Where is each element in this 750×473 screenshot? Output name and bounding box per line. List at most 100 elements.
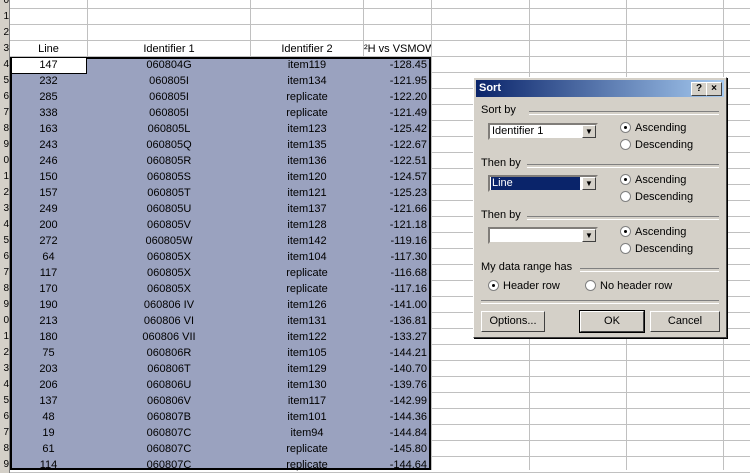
cell-h-value[interactable]: -144.36 <box>364 409 431 425</box>
cell-identifier-1[interactable]: 060806 VI <box>88 313 250 329</box>
row-header[interactable]: 1 <box>0 169 10 185</box>
cell-h-value[interactable]: -145.80 <box>364 441 431 457</box>
help-button[interactable]: ? <box>691 82 707 96</box>
row-header[interactable]: 7 <box>0 425 10 441</box>
no-header-row-radio[interactable]: No header row <box>585 280 672 293</box>
cell-h-value[interactable]: -140.70 <box>364 361 431 377</box>
cell-h-value[interactable]: -142.99 <box>364 393 431 409</box>
cell-line[interactable]: 137 <box>10 393 87 409</box>
cell-line[interactable]: 285 <box>10 89 87 105</box>
row-header[interactable]: 4 <box>0 217 10 233</box>
cell-identifier-2[interactable]: item105 <box>251 345 363 361</box>
cell-line[interactable]: 232 <box>10 73 87 89</box>
cell-h-value[interactable]: -116.68 <box>364 265 431 281</box>
cell-identifier-2[interactable]: item134 <box>251 73 363 89</box>
cell-h-value[interactable]: -119.16 <box>364 233 431 249</box>
cell-h-value[interactable]: -136.81 <box>364 313 431 329</box>
cell-identifier-2[interactable]: item101 <box>251 409 363 425</box>
cell-identifier-2[interactable]: item117 <box>251 393 363 409</box>
cell-identifier-1[interactable]: 060805R <box>88 153 250 169</box>
cell-identifier-2[interactable]: item126 <box>251 297 363 313</box>
cell-identifier-2[interactable]: item122 <box>251 329 363 345</box>
header-identifier-2[interactable]: Identifier 2 <box>251 41 363 57</box>
cell-line[interactable]: 272 <box>10 233 87 249</box>
row-header[interactable]: 2 <box>0 345 10 361</box>
cell-line[interactable]: 64 <box>10 249 87 265</box>
cell-h-value[interactable]: -122.51 <box>364 153 431 169</box>
row-header[interactable]: 9 <box>0 137 10 153</box>
chevron-down-icon[interactable]: ▼ <box>582 125 596 138</box>
cell-identifier-1[interactable]: 060805X <box>88 281 250 297</box>
close-button[interactable]: × <box>706 82 722 96</box>
cell-identifier-2[interactable]: item135 <box>251 137 363 153</box>
sort-by-descending[interactable]: Descending <box>620 139 693 152</box>
row-header[interactable]: 5 <box>0 233 10 249</box>
cell-identifier-2[interactable]: item131 <box>251 313 363 329</box>
cell-identifier-1[interactable]: 060807B <box>88 409 250 425</box>
then-by-1-ascending[interactable]: Ascending <box>620 174 686 187</box>
cell-h-value[interactable]: -144.64 <box>364 457 431 473</box>
cell-identifier-2[interactable]: item119 <box>251 57 363 73</box>
cell-line[interactable]: 338 <box>10 105 87 121</box>
cell-identifier-1[interactable]: 060805S <box>88 169 250 185</box>
cell-identifier-1[interactable]: 060806R <box>88 345 250 361</box>
cancel-button[interactable]: Cancel <box>650 311 720 332</box>
cell-h-value[interactable]: -144.84 <box>364 425 431 441</box>
cell-h-value[interactable]: -139.76 <box>364 377 431 393</box>
cell-h-value[interactable]: -121.66 <box>364 201 431 217</box>
header-row-radio[interactable]: Header row <box>488 280 560 293</box>
dialog-titlebar[interactable]: Sort ? × <box>476 80 724 97</box>
row-header[interactable]: 0 <box>0 0 10 9</box>
cell-line[interactable]: 117 <box>10 265 87 281</box>
cell-identifier-2[interactable]: item129 <box>251 361 363 377</box>
header-line[interactable]: Line <box>10 41 87 57</box>
cell-line[interactable]: 170 <box>10 281 87 297</box>
cell-h-value[interactable]: -128.45 <box>364 57 431 73</box>
cell-line[interactable]: 150 <box>10 169 87 185</box>
cell-h-value[interactable]: -125.42 <box>364 121 431 137</box>
row-header[interactable]: 7 <box>0 105 10 121</box>
cell-identifier-1[interactable]: 060805L <box>88 121 250 137</box>
then-by-2-ascending[interactable]: Ascending <box>620 226 686 239</box>
row-header[interactable]: 1 <box>0 329 10 345</box>
cell-h-value[interactable]: -125.23 <box>364 185 431 201</box>
cell-identifier-1[interactable]: 060806 IV <box>88 297 250 313</box>
cell-identifier-1[interactable]: 060806V <box>88 393 250 409</box>
cell-identifier-1[interactable]: 060806U <box>88 377 250 393</box>
cell-identifier-2[interactable]: replicate <box>251 457 363 473</box>
cell-identifier-2[interactable]: item121 <box>251 185 363 201</box>
row-header[interactable]: 9 <box>0 297 10 313</box>
cell-line[interactable]: 200 <box>10 217 87 233</box>
cell-line[interactable]: 48 <box>10 409 87 425</box>
cell-line[interactable]: 243 <box>10 137 87 153</box>
cell-line[interactable]: 203 <box>10 361 87 377</box>
cell-h-value[interactable]: -124.57 <box>364 169 431 185</box>
cell-identifier-1[interactable]: 060805I <box>88 89 250 105</box>
row-header[interactable]: 8 <box>0 121 10 137</box>
cell-line[interactable]: 246 <box>10 153 87 169</box>
cell-h-value[interactable]: -122.67 <box>364 137 431 153</box>
cell-identifier-1[interactable]: 060804G <box>88 57 250 73</box>
cell-h-value[interactable]: -141.00 <box>364 297 431 313</box>
cell-identifier-2[interactable]: item130 <box>251 377 363 393</box>
row-header[interactable]: 4 <box>0 377 10 393</box>
row-header[interactable]: 3 <box>0 361 10 377</box>
cell-line[interactable]: 206 <box>10 377 87 393</box>
cell-identifier-1[interactable]: 060807C <box>88 457 250 473</box>
cell-line[interactable]: 61 <box>10 441 87 457</box>
cell-line[interactable]: 147 <box>10 57 87 73</box>
cell-line[interactable]: 163 <box>10 121 87 137</box>
cell-identifier-2[interactable]: replicate <box>251 281 363 297</box>
cell-identifier-2[interactable]: item120 <box>251 169 363 185</box>
cell-line[interactable]: 249 <box>10 201 87 217</box>
cell-h-value[interactable]: -117.30 <box>364 249 431 265</box>
row-header[interactable]: 6 <box>0 249 10 265</box>
ok-button[interactable]: OK <box>579 310 645 333</box>
cell-identifier-2[interactable]: item123 <box>251 121 363 137</box>
cell-h-value[interactable]: -117.16 <box>364 281 431 297</box>
cell-h-value[interactable]: -121.49 <box>364 105 431 121</box>
cell-identifier-1[interactable]: 060805I <box>88 105 250 121</box>
cell-identifier-1[interactable]: 060805W <box>88 233 250 249</box>
header-h-vs-vsmow[interactable]: ²H vs VSMOW <box>364 41 431 57</box>
row-header[interactable]: 2 <box>0 185 10 201</box>
